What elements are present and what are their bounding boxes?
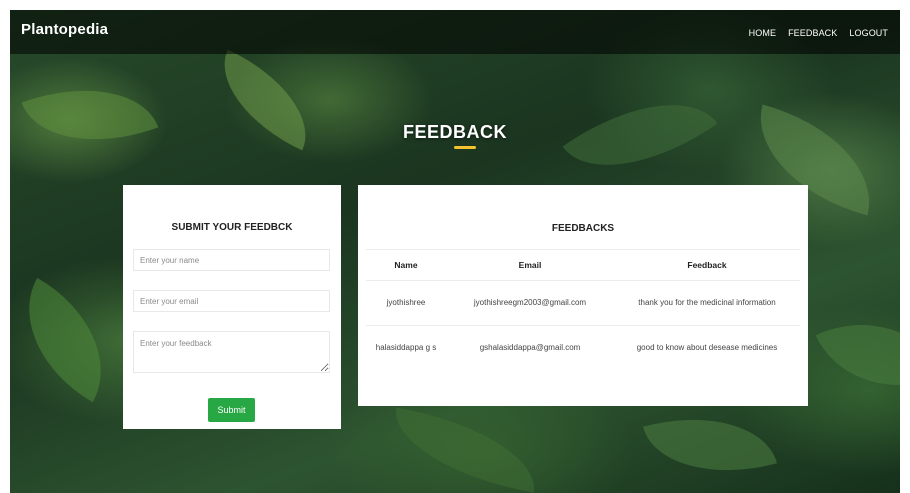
cell-email: gshalasiddappa@gmail.com <box>446 325 614 370</box>
background-leaf <box>10 277 133 403</box>
top-navbar: Plantopedia HOME FEEDBACK LOGOUT <box>10 10 900 54</box>
background-leaf <box>21 61 159 169</box>
page-title: FEEDBACK <box>402 122 507 142</box>
table-row: halasiddappa g s gshalasiddappa@gmail.co… <box>366 325 800 370</box>
email-input[interactable] <box>133 290 330 312</box>
form-title: SUBMIT YOUR FEEDBCK <box>171 222 293 233</box>
background-leaf <box>642 395 778 493</box>
header-name: Name <box>366 249 446 281</box>
nav-feedback-link[interactable]: FEEDBACK <box>788 28 837 38</box>
name-input[interactable] <box>133 249 330 271</box>
submit-button[interactable]: Submit <box>208 398 255 422</box>
cell-feedback: good to know about desease medicines <box>614 325 800 370</box>
cell-name: jyothishree <box>366 280 446 326</box>
feedbacks-title: FEEDBACKS <box>551 223 615 234</box>
feedback-textarea[interactable] <box>133 331 330 373</box>
table-header-row: Name Email Feedback <box>366 249 800 281</box>
feedbacks-table: Name Email Feedback jyothishree jyothish… <box>366 249 800 370</box>
nav-menu: HOME FEEDBACK LOGOUT <box>749 28 900 38</box>
brand-logo[interactable]: Plantopedia <box>21 21 108 38</box>
nav-logout-link[interactable]: LOGOUT <box>849 28 888 38</box>
header-email: Email <box>446 249 614 281</box>
cell-name: halasiddappa g s <box>366 325 446 370</box>
feedbacks-card: FEEDBACKS Name Email Feedback jyothishre… <box>358 185 808 406</box>
cell-email: jyothishreegm2003@gmail.com <box>446 280 614 326</box>
table-row: jyothishree jyothishreegm2003@gmail.com … <box>366 280 800 326</box>
nav-home-link[interactable]: HOME <box>749 28 776 38</box>
header-feedback: Feedback <box>614 249 800 281</box>
background-leaf <box>385 407 545 493</box>
title-underline <box>454 146 476 149</box>
page-frame: Plantopedia HOME FEEDBACK LOGOUT FEEDBAC… <box>10 10 900 493</box>
feedback-form-card: SUBMIT YOUR FEEDBCK Submit <box>123 185 341 429</box>
background-leaf <box>815 293 900 417</box>
cell-feedback: thank you for the medicinal information <box>614 280 800 326</box>
